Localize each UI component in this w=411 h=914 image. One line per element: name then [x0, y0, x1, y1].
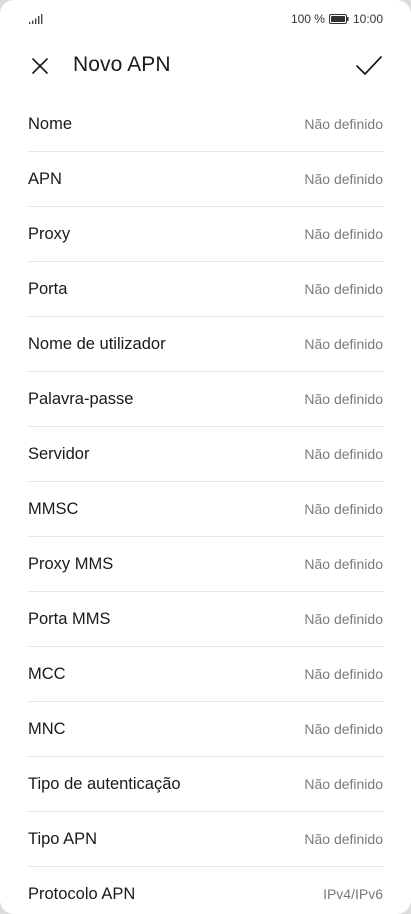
field-value: Não definido [304, 776, 383, 792]
field-row-tipo-apn[interactable]: Tipo APN Não definido [28, 812, 383, 867]
field-label: Servidor [28, 444, 90, 463]
field-label: MCC [28, 664, 66, 683]
field-value: Não definido [304, 446, 383, 462]
field-label: Porta MMS [28, 609, 111, 628]
field-label: Protocolo APN [28, 884, 136, 903]
field-label: Tipo de autenticação [28, 774, 181, 793]
status-bar: 100 % 10:00 [0, 0, 411, 40]
apn-field-list: Nome Não definido APN Não definido Proxy… [28, 97, 383, 914]
field-label: Nome [28, 114, 73, 133]
field-label: Palavra-passe [28, 389, 134, 408]
field-row-servidor[interactable]: Servidor Não definido [28, 427, 383, 482]
field-label: Proxy MMS [28, 554, 114, 573]
corner-bottom-right [397, 900, 411, 914]
field-value: Não definido [304, 116, 383, 132]
field-label: Porta [28, 279, 68, 298]
field-value: Não definido [304, 666, 383, 682]
status-right: 100 % 10:00 [291, 12, 383, 26]
field-value: Não definido [304, 721, 383, 737]
corner-top-left [0, 0, 14, 14]
field-value: IPv4/IPv6 [323, 886, 383, 902]
corner-bottom-left [0, 900, 14, 914]
field-value: Não definido [304, 171, 383, 187]
field-row-porta-mms[interactable]: Porta MMS Não definido [28, 592, 383, 647]
field-value: Não definido [304, 281, 383, 297]
field-label: MMSC [28, 499, 79, 518]
page-title: Novo APN [73, 53, 171, 76]
field-row-palavra-passe[interactable]: Palavra-passe Não definido [28, 372, 383, 427]
signal-strength-icon [29, 14, 43, 24]
field-row-proxy-mms[interactable]: Proxy MMS Não definido [28, 537, 383, 592]
field-row-nome-de-utilizador[interactable]: Nome de utilizador Não definido [28, 317, 383, 372]
field-row-tipo-de-autenticacao[interactable]: Tipo de autenticação Não definido [28, 757, 383, 812]
field-label: APN [28, 169, 62, 188]
field-row-mcc[interactable]: MCC Não definido [28, 647, 383, 702]
battery-percent: 100 % [290, 12, 325, 26]
corner-top-right [397, 0, 411, 14]
field-label: Proxy [28, 224, 71, 243]
field-label: Tipo APN [28, 829, 98, 848]
field-row-proxy[interactable]: Proxy Não definido [28, 207, 383, 262]
field-row-mmsc[interactable]: MMSC Não definido [28, 482, 383, 537]
field-value: Não definido [304, 336, 383, 352]
battery-icon [328, 14, 349, 24]
close-icon[interactable] [28, 54, 52, 78]
field-label: MNC [28, 719, 66, 738]
field-value: Não definido [304, 611, 383, 627]
field-row-nome[interactable]: Nome Não definido [28, 97, 383, 152]
screen: 100 % 10:00 Novo APN Nome Não definido A… [0, 0, 411, 914]
field-value: Não definido [304, 391, 383, 407]
field-row-porta[interactable]: Porta Não definido [28, 262, 383, 317]
field-row-protocolo-apn[interactable]: Protocolo APN IPv4/IPv6 [28, 867, 383, 914]
field-label: Nome de utilizador [28, 334, 166, 353]
field-value: Não definido [304, 226, 383, 242]
field-row-apn[interactable]: APN Não definido [28, 152, 383, 207]
status-time: 10:00 [352, 12, 383, 26]
confirm-check-icon[interactable] [355, 53, 383, 79]
field-value: Não definido [304, 501, 383, 517]
field-row-mnc[interactable]: MNC Não definido [28, 702, 383, 757]
field-value: Não definido [304, 831, 383, 847]
field-value: Não definido [304, 556, 383, 572]
app-bar: Novo APN [0, 44, 411, 88]
